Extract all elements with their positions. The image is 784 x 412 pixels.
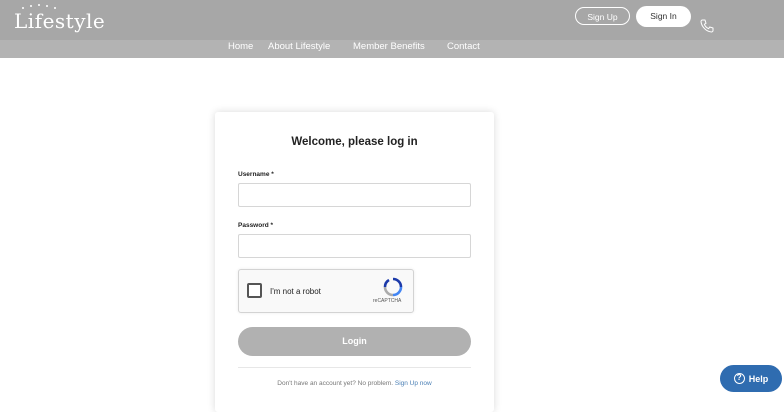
site-header: Lifestyle Sign Up Sign In Home About Lif… [0, 0, 784, 58]
nav-item-contact[interactable]: Contact [447, 41, 480, 52]
signup-prompt-text: Don't have an account yet? No problem. [277, 380, 394, 387]
nav-item-member-benefits[interactable]: Member Benefits [353, 41, 425, 52]
help-button[interactable]: ? Help [720, 365, 782, 392]
signup-prompt: Don't have an account yet? No problem. S… [215, 380, 494, 387]
login-button[interactable]: Login [238, 327, 471, 356]
recaptcha-label: I'm not a robot [270, 287, 321, 296]
card-divider [238, 367, 471, 368]
recaptcha-brand: reCAPTCHA [373, 298, 402, 304]
recaptcha-checkbox[interactable] [247, 283, 262, 298]
brand-logo[interactable]: Lifestyle [14, 9, 105, 33]
password-label: Password * [238, 222, 274, 229]
question-mark-icon: ? [733, 373, 745, 384]
recaptcha-widget: I'm not a robot reCAPTCHA [238, 269, 414, 313]
signup-button[interactable]: Sign Up [575, 7, 630, 25]
password-input[interactable] [238, 234, 471, 258]
login-title: Welcome, please log in [291, 136, 418, 148]
nav-item-home[interactable]: Home [228, 41, 253, 52]
nav-item-about-lifestyle[interactable]: About Lifestyle [268, 41, 330, 52]
username-input[interactable] [238, 183, 471, 207]
help-label: Help [748, 373, 769, 384]
recaptcha-logo-icon [383, 277, 403, 297]
phone-icon[interactable] [699, 18, 715, 34]
signin-button[interactable]: Sign In [636, 6, 691, 27]
username-label: Username * [238, 171, 274, 178]
main-nav: Home About Lifestyle Member Benefits Con… [0, 41, 784, 55]
login-card: Welcome, please log in Username * Passwo… [215, 112, 494, 412]
signup-now-link[interactable]: Sign Up now [395, 380, 432, 387]
